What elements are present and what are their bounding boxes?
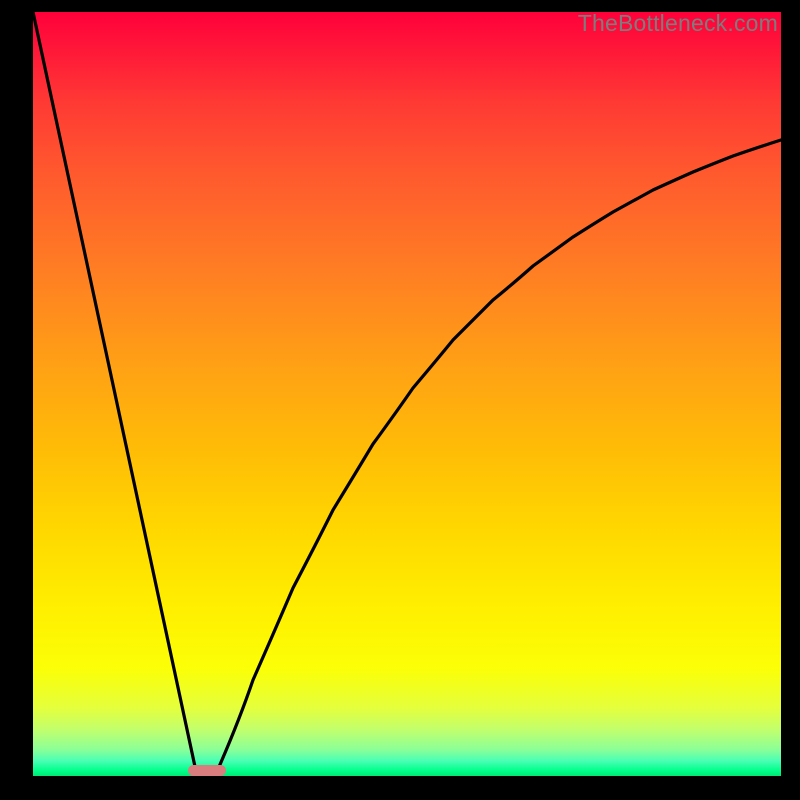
plot-area [33, 12, 781, 776]
bottleneck-curve [33, 12, 781, 776]
curve-left-segment [33, 12, 197, 776]
valley-marker [188, 765, 226, 776]
curve-right-segment [215, 140, 781, 776]
watermark-text: TheBottleneck.com [578, 10, 778, 37]
chart-frame: TheBottleneck.com [0, 0, 800, 800]
